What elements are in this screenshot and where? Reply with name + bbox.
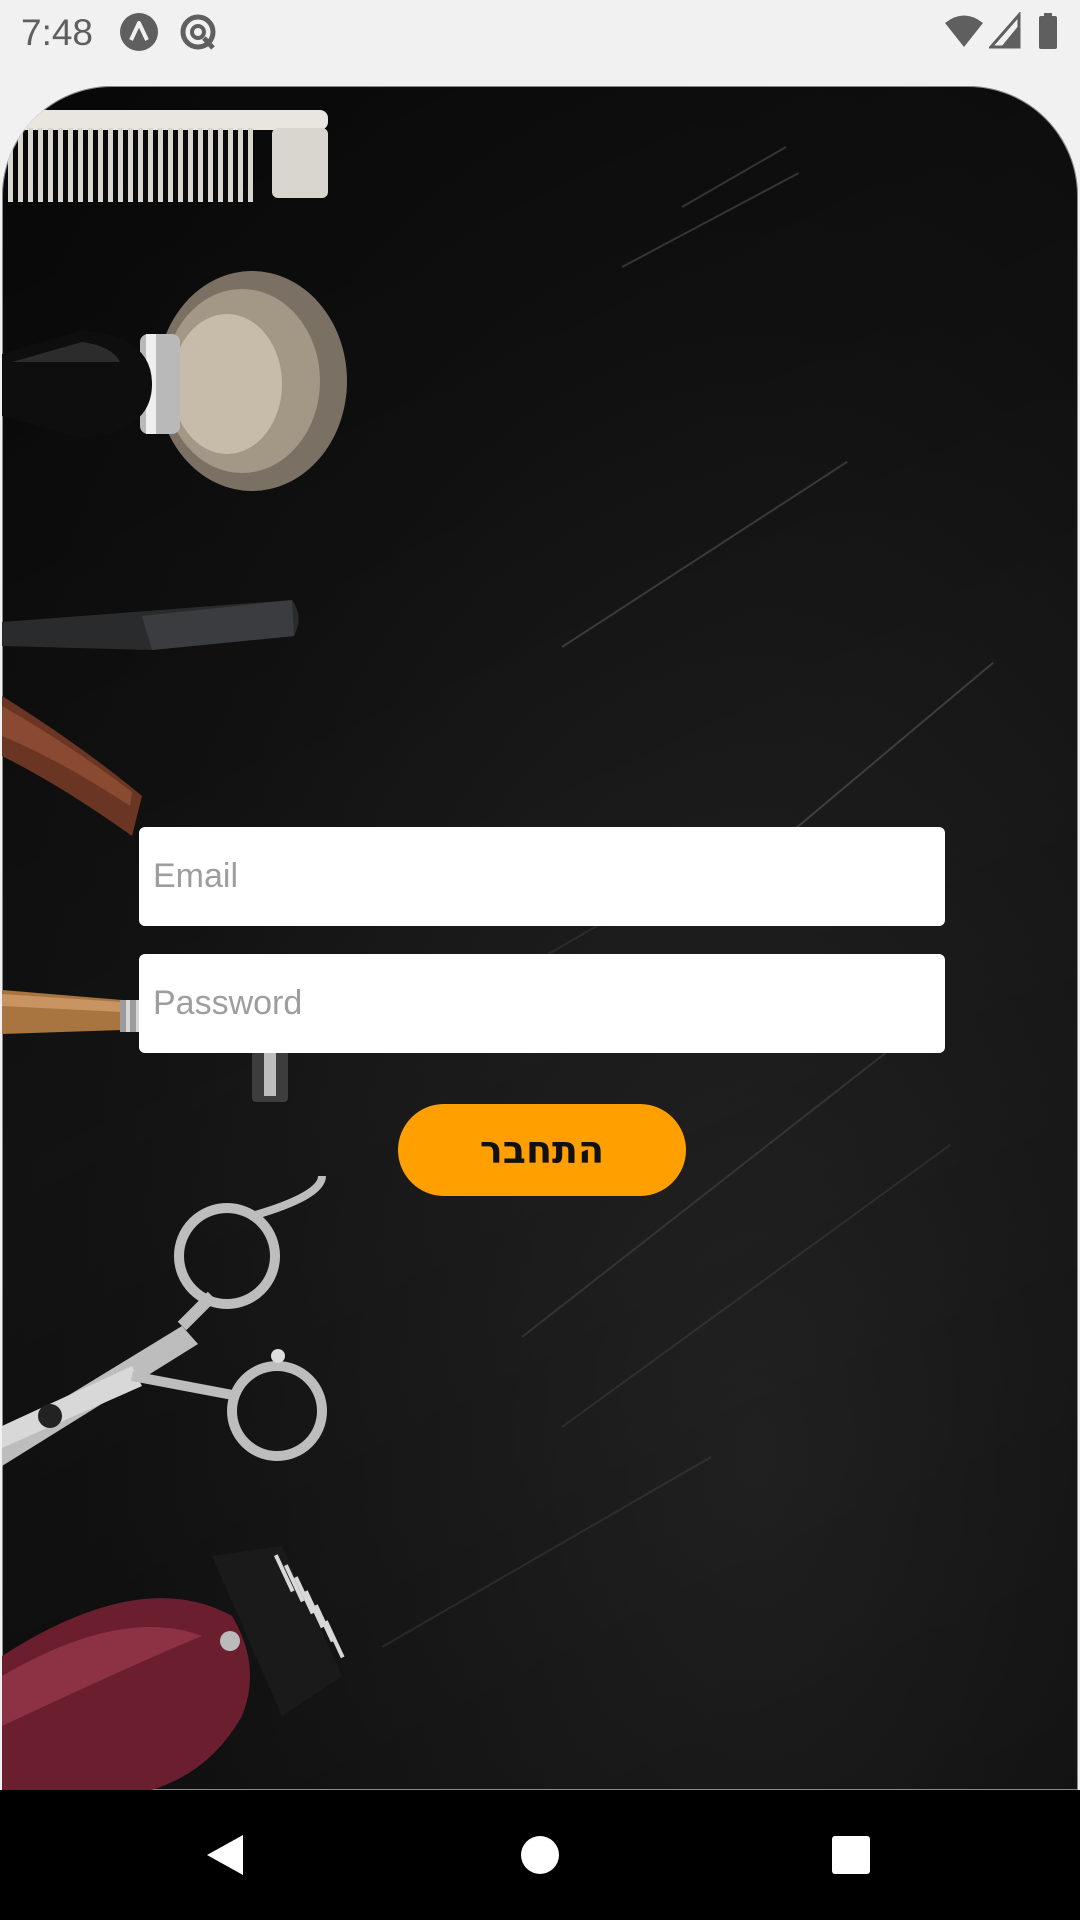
comb-icon	[2, 110, 328, 202]
recents-icon	[832, 1836, 870, 1874]
login-button[interactable]: התחבר	[398, 1104, 686, 1196]
navigation-bar	[0, 1790, 1080, 1920]
battery-icon	[1038, 12, 1058, 57]
background-card: התחבר הירשם	[2, 86, 1078, 1790]
scissors-icon	[2, 1176, 327, 1466]
barber-tools-illustration	[2, 86, 362, 1790]
back-button[interactable]	[165, 1790, 285, 1920]
sync-icon	[177, 12, 219, 57]
back-icon	[207, 1835, 243, 1875]
hair-clipper-icon	[2, 1546, 345, 1790]
signal-icon	[987, 11, 1021, 57]
wifi-icon	[944, 12, 984, 57]
password-field[interactable]	[139, 954, 945, 1053]
status-time: 7:48	[21, 12, 94, 53]
home-button[interactable]	[480, 1790, 600, 1920]
login-screen: התחבר הירשם	[0, 63, 1080, 1790]
recents-button[interactable]	[791, 1790, 911, 1920]
adb-icon	[118, 12, 160, 57]
home-icon	[521, 1836, 559, 1874]
status-bar: 7:48	[0, 0, 1080, 63]
email-field[interactable]	[139, 827, 945, 926]
register-link[interactable]: הירשם	[392, 1778, 692, 1790]
shaving-brush-icon	[2, 271, 347, 491]
